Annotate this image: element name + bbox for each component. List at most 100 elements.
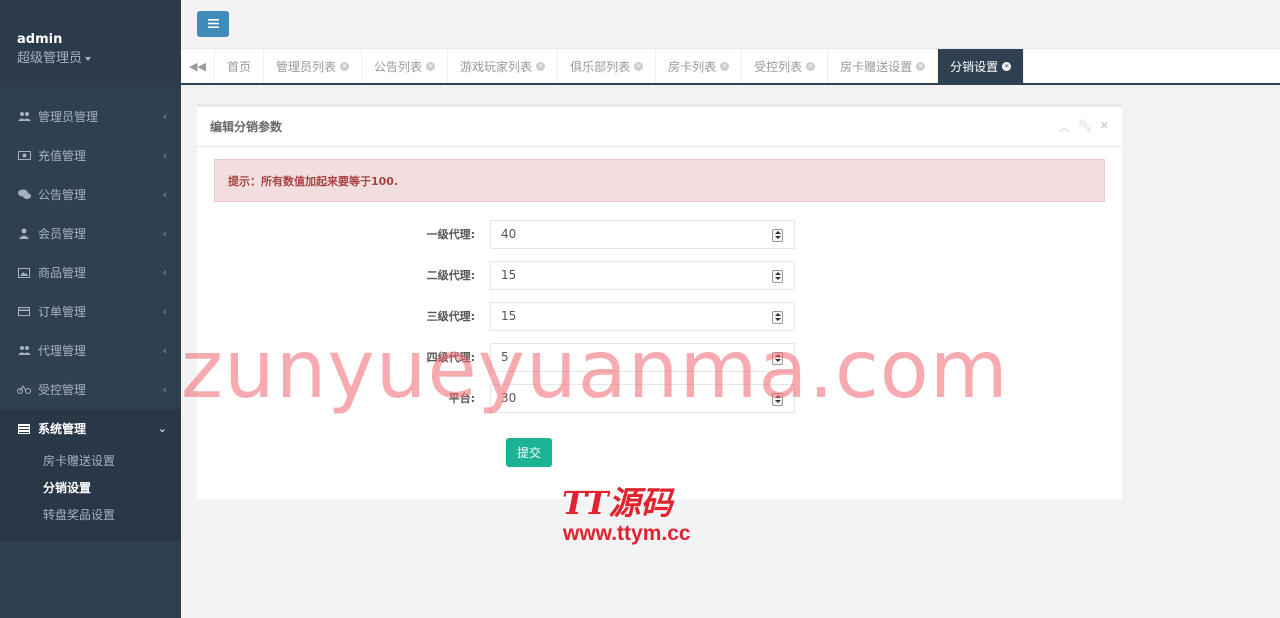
- caret-down-icon: [85, 56, 92, 61]
- bicycle-icon: [17, 384, 31, 396]
- tab-club-list[interactable]: 俱乐部列表 ×: [558, 49, 657, 83]
- form-row: 三级代理:: [197, 301, 1122, 331]
- sidebar-item-label: 充值管理: [38, 149, 87, 163]
- users-icon: [17, 111, 31, 123]
- close-icon[interactable]: ×: [1002, 61, 1012, 71]
- tab-label: 首页: [227, 59, 252, 74]
- tab-roomcard-gift[interactable]: 房卡赠送设置 ×: [828, 49, 939, 83]
- chevron-left-icon: ‹: [162, 305, 167, 318]
- level2-agent-input[interactable]: [501, 268, 761, 282]
- level4-agent-input[interactable]: [501, 350, 761, 364]
- close-icon[interactable]: ×: [426, 61, 436, 71]
- tab-bar: ◀◀ 首页 管理员列表 × 公告列表 × 游戏玩家列表 × 俱乐部列表 × 房卡列表 × …: [181, 49, 1280, 85]
- sidebar: admin 超级管理员 管理员管理 ‹ 充值管理 ‹ 公告管理 ‹ 会员管理 ‹…: [0, 0, 181, 618]
- platform-field[interactable]: [490, 383, 795, 413]
- level3-agent-input[interactable]: [501, 309, 761, 323]
- level2-agent-field[interactable]: [490, 260, 795, 290]
- chevron-left-icon: ‹: [162, 344, 167, 357]
- chevron-left-icon: ‹: [162, 227, 167, 240]
- level1-agent-input[interactable]: [501, 227, 761, 241]
- sidebar-item-notice[interactable]: 公告管理 ‹: [0, 175, 181, 214]
- sidebar-item-member[interactable]: 会员管理 ‹: [0, 214, 181, 253]
- level1-agent-field[interactable]: [490, 219, 795, 249]
- form-row: 二级代理:: [197, 260, 1122, 290]
- sidebar-item-control[interactable]: 受控管理 ‹: [0, 370, 181, 409]
- sidebar-toggle-button[interactable]: [197, 11, 229, 37]
- submenu-item-roomcard-gift[interactable]: 房卡赠送设置: [0, 448, 181, 475]
- close-icon[interactable]: ×: [916, 61, 926, 71]
- chevron-left-icon: ‹: [162, 110, 167, 123]
- tab-player-list[interactable]: 游戏玩家列表 ×: [448, 49, 559, 83]
- tab-admin-list[interactable]: 管理员列表 ×: [264, 49, 363, 83]
- stepper-icon[interactable]: [772, 269, 783, 283]
- form-row: 平台:: [197, 383, 1122, 413]
- distribution-form: 一级代理: 二级代理: 三级代理: 四级代理:: [197, 219, 1122, 424]
- chevron-left-icon: ‹: [162, 149, 167, 162]
- sidebar-menu: 管理员管理 ‹ 充值管理 ‹ 公告管理 ‹ 会员管理 ‹ 商品管理 ‹ 订单管理…: [0, 97, 181, 448]
- close-icon[interactable]: ×: [536, 61, 546, 71]
- submit-button[interactable]: 提交: [506, 438, 552, 467]
- sidebar-item-system[interactable]: 系统管理 ⌄: [0, 409, 181, 448]
- submenu-item-wheel-prize[interactable]: 转盘奖品设置: [0, 502, 181, 529]
- profile-role-dropdown[interactable]: 超级管理员: [17, 51, 181, 67]
- tab-roomcard-list[interactable]: 房卡列表 ×: [656, 49, 743, 83]
- tab-label: 分销设置: [950, 59, 999, 74]
- stepper-icon[interactable]: [772, 228, 783, 242]
- sidebar-item-label: 会员管理: [38, 227, 87, 241]
- double-left-icon: ◀◀: [189, 59, 206, 73]
- panel-tools: ︿ 🔧︎ ✕: [1059, 119, 1109, 135]
- form-row: 一级代理:: [197, 219, 1122, 249]
- close-icon[interactable]: ×: [634, 61, 644, 71]
- stepper-icon[interactable]: [772, 310, 783, 324]
- field-label: 二级代理:: [426, 269, 475, 282]
- sidebar-item-label: 订单管理: [38, 305, 87, 319]
- watermark-logo-url: www.ttym.cc: [563, 522, 691, 545]
- tab-scroll-left-button[interactable]: ◀◀: [181, 49, 215, 83]
- field-label: 四级代理:: [426, 351, 475, 364]
- form-row: 四级代理:: [197, 342, 1122, 372]
- credit-card-icon: [17, 306, 31, 318]
- picture-icon: [17, 267, 31, 279]
- tab-control-list[interactable]: 受控列表 ×: [742, 49, 829, 83]
- list-icon: [17, 423, 31, 435]
- tab-label: 公告列表: [374, 59, 423, 74]
- sidebar-item-label: 受控管理: [38, 383, 87, 397]
- close-icon[interactable]: ×: [340, 61, 350, 71]
- tab-label: 俱乐部列表: [570, 59, 631, 74]
- tab-notice-list[interactable]: 公告列表 ×: [362, 49, 449, 83]
- sidebar-item-admin[interactable]: 管理员管理 ‹: [0, 97, 181, 136]
- sidebar-item-recharge[interactable]: 充值管理 ‹: [0, 136, 181, 175]
- profile: admin 超级管理员: [0, 0, 181, 87]
- close-icon[interactable]: ×: [720, 61, 730, 71]
- edit-distribution-panel: 编辑分销参数 ︿ 🔧︎ ✕ 提示：所有数值加起来要等于100. 一级代理: 二级…: [197, 104, 1122, 499]
- submenu-item-distribution[interactable]: 分销设置: [0, 475, 181, 502]
- profile-username: admin: [17, 32, 63, 47]
- tab-distribution[interactable]: 分销设置 ×: [938, 49, 1025, 83]
- close-icon[interactable]: ✕: [1100, 119, 1109, 135]
- sidebar-item-label: 系统管理: [38, 422, 87, 436]
- sidebar-item-label: 代理管理: [38, 344, 87, 358]
- comments-icon: [17, 189, 31, 201]
- close-icon[interactable]: ×: [806, 61, 816, 71]
- stepper-icon[interactable]: [772, 351, 783, 365]
- sidebar-item-agent[interactable]: 代理管理 ‹: [0, 331, 181, 370]
- sidebar-item-order[interactable]: 订单管理 ‹: [0, 292, 181, 331]
- profile-role: 超级管理员: [17, 51, 83, 66]
- level4-agent-field[interactable]: [490, 342, 795, 372]
- tab-label: 受控列表: [754, 59, 803, 74]
- field-label: 三级代理:: [426, 310, 475, 323]
- level3-agent-field[interactable]: [490, 301, 795, 331]
- wrench-icon[interactable]: 🔧︎: [1078, 119, 1092, 135]
- sidebar-item-goods[interactable]: 商品管理 ‹: [0, 253, 181, 292]
- tab-label: 房卡赠送设置: [840, 59, 913, 74]
- user-icon: [17, 228, 31, 240]
- alert-hint: 提示：所有数值加起来要等于100.: [214, 159, 1105, 202]
- stepper-icon[interactable]: [772, 392, 783, 406]
- tab-home[interactable]: 首页: [215, 49, 265, 83]
- tab-label: 管理员列表: [276, 59, 337, 74]
- chevron-left-icon: ‹: [162, 188, 167, 201]
- platform-input[interactable]: [501, 391, 761, 405]
- chevron-up-icon[interactable]: ︿: [1059, 119, 1070, 135]
- sidebar-submenu: 房卡赠送设置 分销设置 转盘奖品设置: [0, 448, 181, 541]
- field-label: 一级代理:: [426, 228, 475, 241]
